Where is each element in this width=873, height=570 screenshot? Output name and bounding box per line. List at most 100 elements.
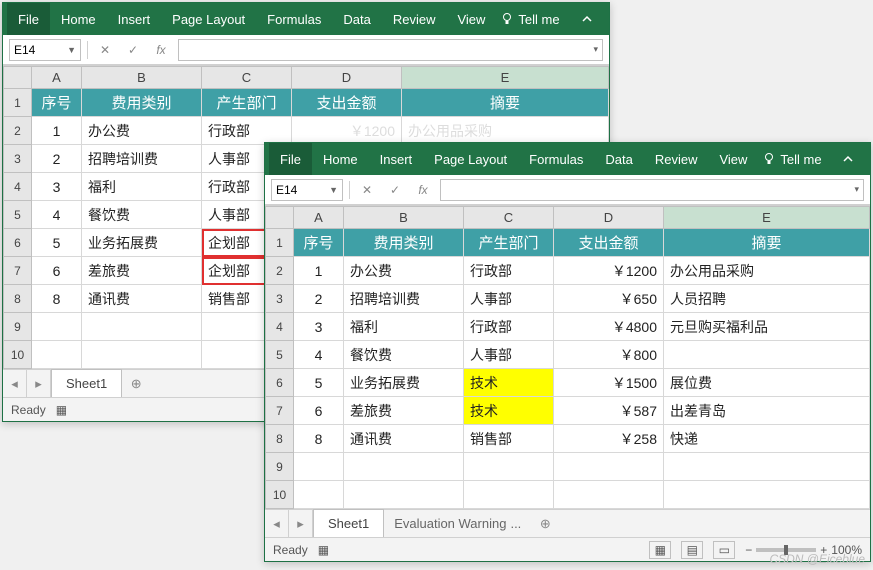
row-header[interactable]: 3 bbox=[266, 285, 294, 313]
macro-icon[interactable]: ▦ bbox=[318, 543, 329, 557]
cell[interactable]: 产生部门 bbox=[464, 229, 554, 257]
tab-file[interactable]: File bbox=[269, 143, 312, 175]
cell[interactable] bbox=[554, 481, 664, 509]
cell[interactable] bbox=[344, 481, 464, 509]
ribbon-collapse[interactable] bbox=[830, 143, 866, 175]
cell[interactable]: 销售部 bbox=[464, 425, 554, 453]
add-sheet-button[interactable]: ⊕ bbox=[122, 370, 150, 398]
tell-me[interactable]: Tell me bbox=[500, 12, 559, 27]
cancel-icon[interactable]: ✕ bbox=[356, 179, 378, 201]
cell[interactable]: 办公费 bbox=[344, 257, 464, 285]
view-page-break[interactable]: ▭ bbox=[713, 541, 735, 559]
tab-insert[interactable]: Insert bbox=[369, 143, 424, 175]
row-header[interactable]: 6 bbox=[266, 369, 294, 397]
cell[interactable]: 4 bbox=[32, 201, 82, 229]
cell[interactable]: 办公用品采购 bbox=[664, 257, 870, 285]
cell[interactable]: 6 bbox=[32, 257, 82, 285]
tab-home[interactable]: Home bbox=[312, 143, 369, 175]
row-header[interactable]: 10 bbox=[4, 341, 32, 369]
fx-icon[interactable]: fx bbox=[150, 39, 172, 61]
formula-input[interactable]: ▾ bbox=[440, 179, 864, 201]
row-header[interactable]: 6 bbox=[4, 229, 32, 257]
cell[interactable]: 3 bbox=[32, 173, 82, 201]
tell-me[interactable]: Tell me bbox=[762, 152, 821, 167]
cell[interactable]: 6 bbox=[294, 397, 344, 425]
zoom-slider[interactable] bbox=[756, 548, 816, 552]
tab-data[interactable]: Data bbox=[594, 143, 643, 175]
tab-nav-prev[interactable]: ◂ bbox=[3, 370, 27, 398]
cell[interactable]: 出差青岛 bbox=[664, 397, 870, 425]
cell[interactable] bbox=[464, 481, 554, 509]
cell[interactable] bbox=[554, 453, 664, 481]
cell-highlighted[interactable]: 技术 bbox=[464, 369, 554, 397]
cell[interactable] bbox=[82, 341, 202, 369]
cell[interactable] bbox=[32, 341, 82, 369]
tab-nav-prev[interactable]: ◂ bbox=[265, 510, 289, 538]
cell[interactable]: 行政部 bbox=[202, 117, 292, 145]
ribbon-collapse[interactable] bbox=[569, 3, 605, 35]
cell[interactable]: ￥800 bbox=[554, 341, 664, 369]
cell-highlighted[interactable]: 技术 bbox=[464, 397, 554, 425]
cell[interactable]: 序号 bbox=[294, 229, 344, 257]
cell[interactable] bbox=[664, 453, 870, 481]
cell[interactable]: 3 bbox=[294, 313, 344, 341]
tab-view[interactable]: View bbox=[708, 143, 758, 175]
cell[interactable] bbox=[294, 481, 344, 509]
cell[interactable]: 行政部 bbox=[464, 313, 554, 341]
sheet-tab-eval[interactable]: Evaluation Warning... bbox=[384, 510, 531, 538]
cell[interactable] bbox=[32, 313, 82, 341]
row-header[interactable]: 7 bbox=[266, 397, 294, 425]
select-all-corner[interactable] bbox=[266, 207, 294, 229]
cell[interactable]: 支出金额 bbox=[292, 89, 402, 117]
cell[interactable]: 行政部 bbox=[464, 257, 554, 285]
tab-file[interactable]: File bbox=[7, 3, 50, 35]
row-header[interactable]: 8 bbox=[4, 285, 32, 313]
row-header[interactable]: 7 bbox=[4, 257, 32, 285]
cell[interactable]: 招聘培训费 bbox=[82, 145, 202, 173]
cell[interactable]: 餐饮费 bbox=[82, 201, 202, 229]
sheet-tab[interactable]: Sheet1 bbox=[313, 509, 384, 537]
cell[interactable]: 1 bbox=[294, 257, 344, 285]
cell[interactable] bbox=[344, 453, 464, 481]
cell[interactable]: 5 bbox=[294, 369, 344, 397]
cell[interactable]: ￥650 bbox=[554, 285, 664, 313]
cell[interactable]: 摘要 bbox=[664, 229, 870, 257]
tab-home[interactable]: Home bbox=[50, 3, 107, 35]
cell[interactable] bbox=[664, 341, 870, 369]
cell[interactable]: ￥4800 bbox=[554, 313, 664, 341]
cell[interactable]: 业务拓展费 bbox=[82, 229, 202, 257]
cell[interactable]: 差旅费 bbox=[344, 397, 464, 425]
view-normal[interactable]: ▦ bbox=[649, 541, 671, 559]
row-header[interactable]: 2 bbox=[266, 257, 294, 285]
cell[interactable]: 5 bbox=[32, 229, 82, 257]
cell[interactable]: 人员招聘 bbox=[664, 285, 870, 313]
fx-icon[interactable]: fx bbox=[412, 179, 434, 201]
row-header[interactable]: 4 bbox=[4, 173, 32, 201]
sheet-tab[interactable]: Sheet1 bbox=[51, 369, 122, 397]
row-header[interactable]: 1 bbox=[4, 89, 32, 117]
cell[interactable]: 办公费 bbox=[82, 117, 202, 145]
cell[interactable]: 快递 bbox=[664, 425, 870, 453]
col-header-c[interactable]: C bbox=[202, 67, 292, 89]
col-header-c[interactable]: C bbox=[464, 207, 554, 229]
cell[interactable]: 通讯费 bbox=[344, 425, 464, 453]
formula-input[interactable]: ▾ bbox=[178, 39, 603, 61]
add-sheet-button[interactable]: ⊕ bbox=[531, 510, 559, 538]
col-header-b[interactable]: B bbox=[82, 67, 202, 89]
cell[interactable]: 展位费 bbox=[664, 369, 870, 397]
name-box[interactable]: E14▼ bbox=[271, 179, 343, 201]
tab-formulas[interactable]: Formulas bbox=[518, 143, 594, 175]
row-header[interactable]: 5 bbox=[4, 201, 32, 229]
col-header-e[interactable]: E bbox=[664, 207, 870, 229]
cell[interactable]: 福利 bbox=[344, 313, 464, 341]
cell[interactable] bbox=[464, 453, 554, 481]
name-box[interactable]: E14▼ bbox=[9, 39, 81, 61]
macro-icon[interactable]: ▦ bbox=[56, 403, 67, 417]
row-header[interactable]: 5 bbox=[266, 341, 294, 369]
tab-page-layout[interactable]: Page Layout bbox=[161, 3, 256, 35]
col-header-d[interactable]: D bbox=[554, 207, 664, 229]
cancel-icon[interactable]: ✕ bbox=[94, 39, 116, 61]
cell[interactable]: 通讯费 bbox=[82, 285, 202, 313]
cell[interactable]: 办公用品采购 bbox=[402, 117, 609, 145]
cell[interactable]: 招聘培训费 bbox=[344, 285, 464, 313]
